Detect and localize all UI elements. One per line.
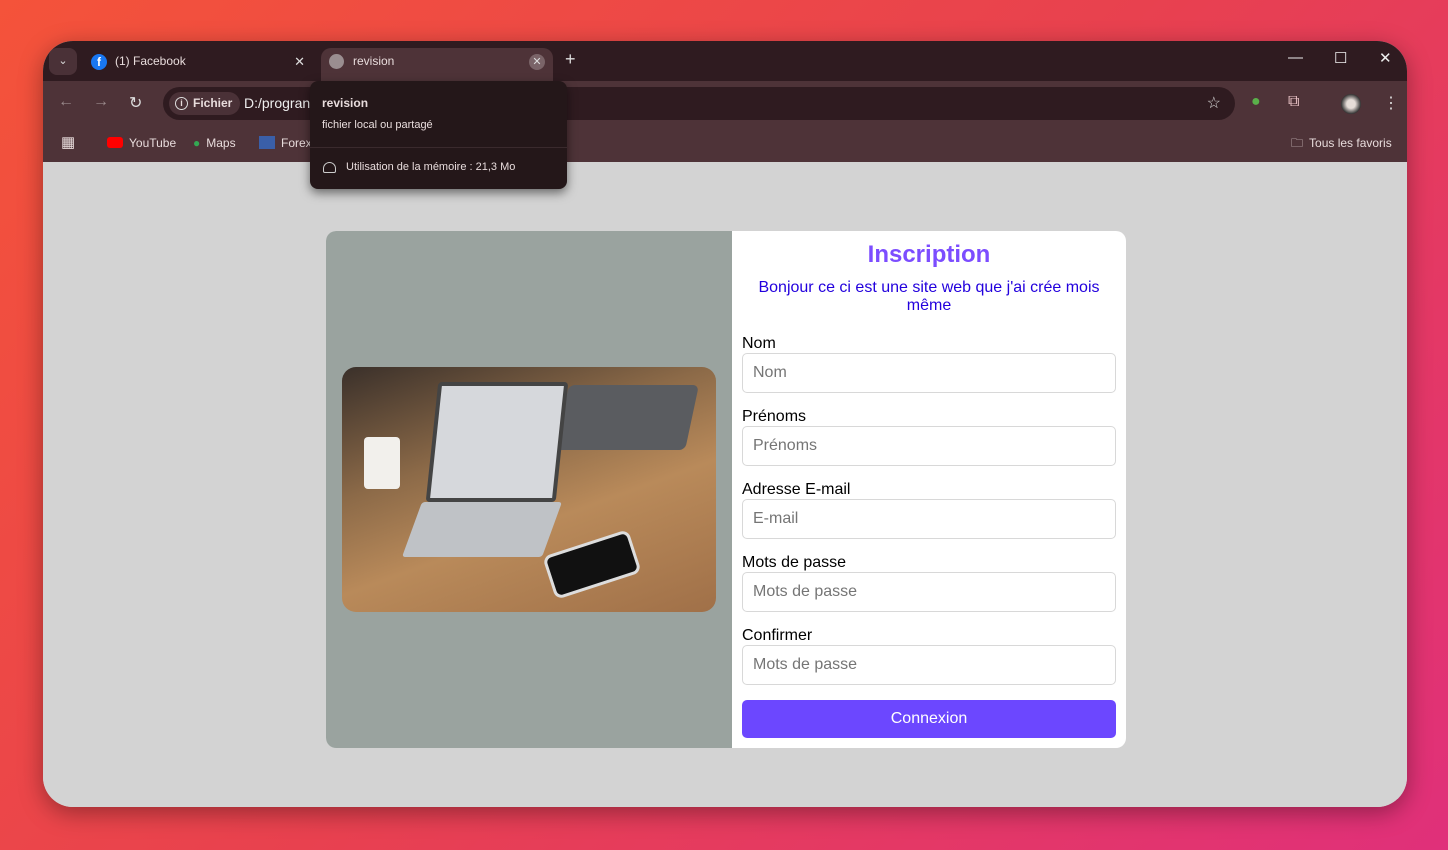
password-input[interactable] bbox=[742, 572, 1116, 612]
minimize-button[interactable]: — bbox=[1288, 49, 1303, 66]
tab-title: (1) Facebook bbox=[115, 54, 186, 68]
email-label: Adresse E-mail bbox=[742, 481, 851, 498]
image-panel bbox=[326, 231, 732, 748]
youtube-icon bbox=[107, 137, 123, 148]
tab-bar: ⌄ f (1) Facebook ✕ revision ✕ + — ☐ ✕ bbox=[43, 41, 1407, 81]
bookmark-star-icon[interactable]: ☆ bbox=[1207, 93, 1221, 113]
password-label: Mots de passe bbox=[742, 554, 847, 571]
forward-icon[interactable]: → bbox=[93, 93, 109, 111]
form-subtitle: Bonjour ce ci est une site web que j'ai … bbox=[758, 279, 1100, 314]
divider bbox=[310, 147, 567, 148]
nom-input[interactable] bbox=[742, 353, 1116, 393]
apps-icon[interactable]: ▦ bbox=[61, 134, 75, 152]
bookmark-forex[interactable]: Forex bbox=[259, 134, 312, 152]
maximize-button[interactable]: ☐ bbox=[1334, 49, 1347, 67]
site-info-chip[interactable]: i Fichier bbox=[169, 92, 241, 115]
facebook-icon: f bbox=[91, 54, 107, 70]
chip-label: Fichier bbox=[193, 96, 233, 110]
bookmark-maps[interactable]: ● Maps bbox=[193, 134, 236, 152]
memory-gauge-icon bbox=[323, 162, 336, 173]
bookmarks-bar: ▦ YouTube ● Maps Forex 🗀 Tous les favoris bbox=[43, 125, 1407, 162]
form-title: Inscription bbox=[867, 241, 991, 268]
laptop-photo bbox=[342, 367, 716, 612]
globe-icon bbox=[329, 54, 344, 69]
confirm-password-input[interactable] bbox=[742, 645, 1116, 685]
folder-icon: 🗀 bbox=[1291, 136, 1304, 150]
maps-icon: ● bbox=[193, 136, 201, 150]
bookmark-youtube[interactable]: YouTube bbox=[107, 134, 176, 152]
connexion-button[interactable]: Connexion bbox=[742, 700, 1116, 738]
browser-window: ⌄ f (1) Facebook ✕ revision ✕ + — ☐ ✕ ← … bbox=[43, 41, 1407, 807]
prenoms-label: Prénoms bbox=[742, 408, 807, 425]
avatar[interactable] bbox=[1341, 94, 1361, 114]
url-text[interactable]: D:/progran bbox=[244, 95, 310, 111]
forex-icon bbox=[259, 136, 275, 149]
prenoms-input[interactable] bbox=[742, 426, 1116, 466]
tab-facebook[interactable]: f (1) Facebook ✕ bbox=[83, 48, 313, 81]
memory-usage: Utilisation de la mémoire : 21,3 Mo bbox=[346, 161, 516, 173]
email-input[interactable] bbox=[742, 499, 1116, 539]
close-window-button[interactable]: ✕ bbox=[1379, 49, 1392, 67]
toolbar: ← → ↻ i Fichier D:/progran ☆ ● ⧉ ⋮ bbox=[43, 81, 1407, 125]
all-bookmarks-label: Tous les favoris bbox=[1309, 136, 1392, 150]
tab-revision[interactable]: revision ✕ bbox=[321, 48, 553, 81]
tab-title: revision bbox=[353, 54, 395, 68]
tab-hover-card: revision fichier local ou partagé Utilis… bbox=[310, 81, 567, 189]
page-content: Inscription Bonjour ce ci est une site w… bbox=[43, 162, 1407, 807]
download-manager-icon[interactable]: ● bbox=[1251, 93, 1261, 111]
bookmark-label: Maps bbox=[206, 136, 236, 150]
bookmark-label: YouTube bbox=[129, 136, 177, 150]
close-tab-icon[interactable]: ✕ bbox=[529, 54, 545, 70]
hover-card-subtitle: fichier local ou partagé bbox=[322, 119, 433, 131]
info-icon: i bbox=[175, 97, 188, 110]
signup-form: Inscription Bonjour ce ci est une site w… bbox=[742, 231, 1116, 738]
bookmark-label: Forex bbox=[281, 136, 312, 150]
tab-search-button[interactable]: ⌄ bbox=[49, 48, 77, 75]
signup-card: Inscription Bonjour ce ci est une site w… bbox=[326, 231, 1126, 748]
hover-card-title: revision bbox=[322, 96, 369, 110]
new-tab-button[interactable]: + bbox=[565, 49, 576, 70]
extensions-icon[interactable]: ⧉ bbox=[1288, 93, 1299, 111]
all-bookmarks[interactable]: 🗀 Tous les favoris bbox=[1291, 134, 1392, 152]
menu-icon[interactable]: ⋮ bbox=[1383, 93, 1399, 113]
nom-label: Nom bbox=[742, 335, 776, 352]
close-tab-icon[interactable]: ✕ bbox=[294, 48, 305, 75]
reload-icon[interactable]: ↻ bbox=[129, 93, 142, 113]
back-icon[interactable]: ← bbox=[58, 93, 74, 111]
confirm-label: Confirmer bbox=[742, 627, 813, 644]
